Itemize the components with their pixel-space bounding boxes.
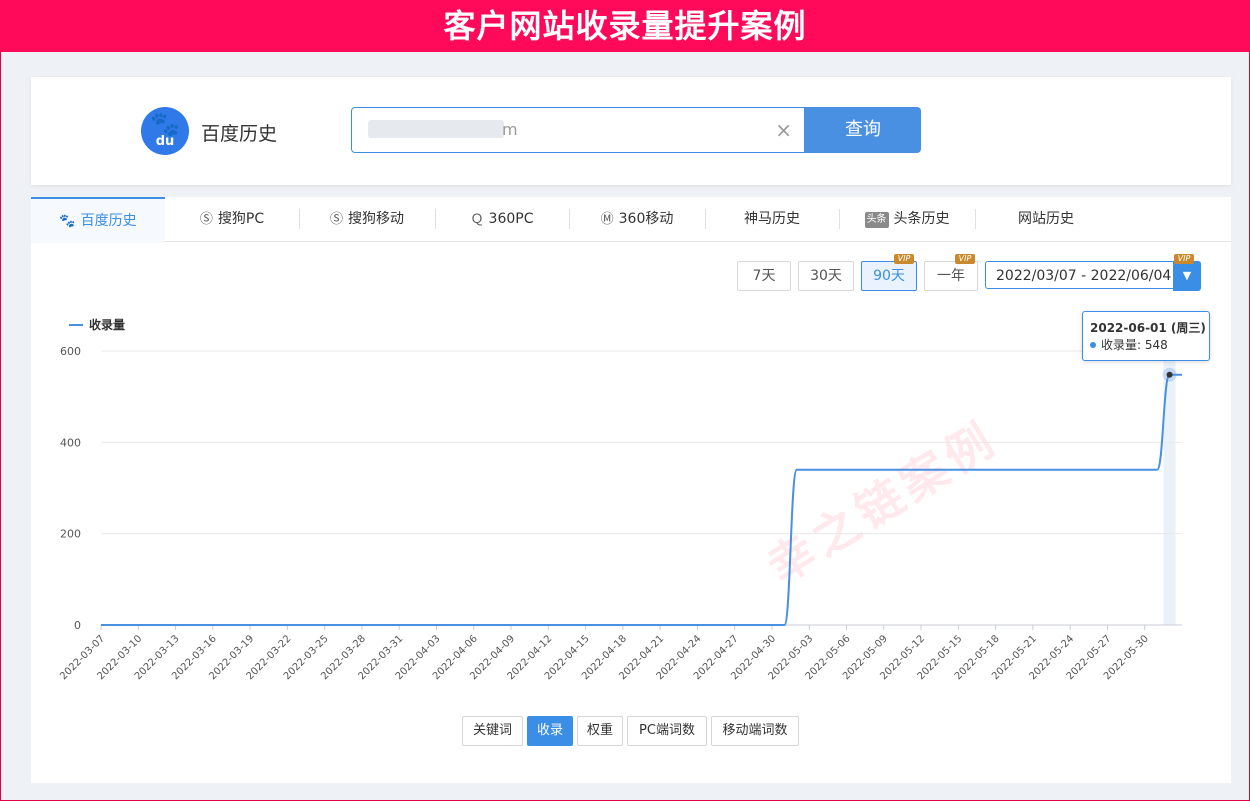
metric-mobile-words-button[interactable]: 移动端词数 — [711, 716, 799, 746]
y-tick-label: 200 — [60, 528, 81, 541]
tooltip-title: 2022-06-01 (周三) — [1090, 321, 1206, 335]
tooltip-value: 收录量: 548 — [1101, 338, 1168, 352]
metric-label: 关键词 — [472, 723, 512, 738]
search-input[interactable]: m × — [351, 107, 805, 153]
metric-pc-words-button[interactable]: PC端词数 — [627, 716, 707, 746]
y-tick-label: 600 — [60, 345, 81, 358]
search-button[interactable]: 查询 — [805, 107, 921, 153]
search-input-value: m — [502, 120, 518, 139]
engine-label: 百度历史 — [201, 123, 278, 145]
page-banner: 客户网站收录量提升案例 — [0, 0, 1250, 52]
metric-index-button[interactable]: 收录 — [527, 716, 573, 746]
metric-weight-button[interactable]: 权重 — [577, 716, 623, 746]
chart-tooltip: 2022-06-01 (周三) 收录量: 548 — [1082, 311, 1210, 361]
metric-label: 权重 — [586, 723, 613, 738]
search-card: 🐾 du 百度历史 m × 查询 — [31, 77, 1231, 185]
highlight-point — [1166, 371, 1173, 378]
series-line — [101, 373, 1182, 627]
redacted-query — [368, 120, 504, 138]
paw-icon: 🐾 — [150, 110, 180, 138]
close-icon[interactable]: × — [775, 118, 792, 142]
metric-label: 收录 — [536, 723, 563, 738]
history-panel: 🐾 百度历史 Ⓢ 搜狗PC Ⓢ 搜狗移动 Ｑ 360PC Ⓜ 360移动 神马历史 头条头… — [31, 197, 1231, 783]
y-tick-label: 400 — [60, 436, 81, 449]
metric-label: 移动端词数 — [722, 723, 788, 738]
index-volume-chart: 02004006002022-03-072022-03-102022-03-13… — [58, 345, 1182, 682]
metric-keywords-button[interactable]: 关键词 — [462, 716, 523, 746]
baidu-logo: 🐾 du — [141, 107, 189, 155]
series-dot-icon — [1090, 342, 1096, 348]
logo-text: du — [155, 134, 175, 149]
tooltip-row: 收录量: 548 — [1090, 336, 1168, 353]
metric-label: PC端词数 — [639, 723, 695, 738]
y-tick-label: 0 — [74, 619, 81, 632]
